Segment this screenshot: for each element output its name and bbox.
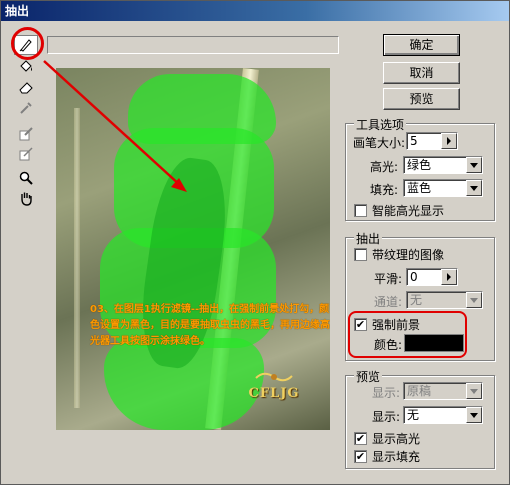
eraser-icon [19,82,33,94]
smooth-label: 平滑: [374,272,403,286]
ornament-icon [255,372,293,382]
ok-button[interactable]: 确定 [383,34,460,56]
right-arrow-icon[interactable] [441,133,457,149]
show-fill-label: 显示填充 [372,450,421,464]
show-highlight-label: 显示高光 [372,432,421,446]
cleanup-tool[interactable] [14,124,38,144]
brush-size-value: 5 [410,134,418,148]
hand-tool[interactable] [14,188,38,208]
group-title: 预览 [354,368,383,385]
fill-label: 填充: [370,183,399,197]
preview-button[interactable]: 预览 [383,88,460,110]
show-highlight-checkbox[interactable]: ✔ [354,432,367,445]
show-label: 显示: [372,410,401,424]
eyedropper-tool[interactable] [14,98,38,118]
highlight-value: 绿色 [407,158,432,172]
watermark-logo: CFLJG [234,370,314,401]
zoom-tool[interactable] [14,168,38,188]
status-field [47,36,339,54]
show-view-value: 原稿 [407,384,432,398]
show-label: 显示: [372,386,401,400]
brush-size-input[interactable]: 5 [406,132,458,150]
channel-label: 通道: [374,295,403,309]
brush-size-label: 画笔大小: [353,136,406,150]
fill-select[interactable]: 蓝色 [403,179,483,197]
extract-dialog: 抽出 03、在图层1执行滤镜--抽出，在强制前景处打勾，颜色设置为黑色，目的是要… [0,0,510,485]
highlight-label: 高光: [370,160,399,174]
preview-canvas[interactable]: 03、在图层1执行滤镜--抽出，在强制前景处打勾，颜色设置为黑色，目的是要抽取虫… [56,68,330,430]
edge-touchup-icon [19,147,33,161]
eraser-tool[interactable] [14,77,38,97]
chevron-down-icon[interactable] [466,292,482,308]
force-foreground-annotation [348,311,467,358]
show-mode-value: 无 [407,408,420,422]
chevron-down-icon[interactable] [466,407,482,423]
group-title: 抽出 [354,230,383,247]
textured-image-checkbox[interactable] [354,248,367,261]
tutorial-caption: 03、在图层1执行滤镜--抽出，在强制前景处打勾，颜色设置为黑色，目的是要抽取虫… [90,304,330,347]
fill-value: 蓝色 [407,181,432,195]
window-title: 抽出 [1,1,509,21]
chevron-down-icon[interactable] [466,180,482,196]
smart-highlight-checkbox[interactable] [354,204,367,217]
smooth-value: 0 [410,270,418,284]
show-mode-select[interactable]: 无 [403,406,483,424]
smart-highlight-label: 智能高光显示 [372,204,445,218]
textured-image-label: 带纹理的图像 [372,248,445,262]
group-title: 工具选项 [354,116,407,133]
show-view-select[interactable]: 原稿 [403,382,483,400]
show-fill-checkbox[interactable]: ✔ [354,450,367,463]
eyedropper-icon [20,102,32,114]
paint-bucket-icon [20,60,32,72]
channel-select[interactable]: 无 [406,291,483,309]
right-arrow-icon[interactable] [441,269,457,285]
background-stem [74,108,80,408]
channel-value: 无 [410,293,423,307]
chevron-down-icon[interactable] [466,383,482,399]
cancel-button[interactable]: 取消 [383,62,460,84]
hand-icon [21,192,32,206]
cleanup-icon [19,127,33,141]
smooth-input[interactable]: 0 [406,268,458,286]
highlight-select[interactable]: 绿色 [403,156,483,174]
edge-touchup-tool[interactable] [14,144,38,164]
chevron-down-icon[interactable] [466,157,482,173]
magnifier-icon [19,171,33,185]
tool-annotation-circle [11,27,44,60]
logo-text: CFLJG [248,386,300,401]
